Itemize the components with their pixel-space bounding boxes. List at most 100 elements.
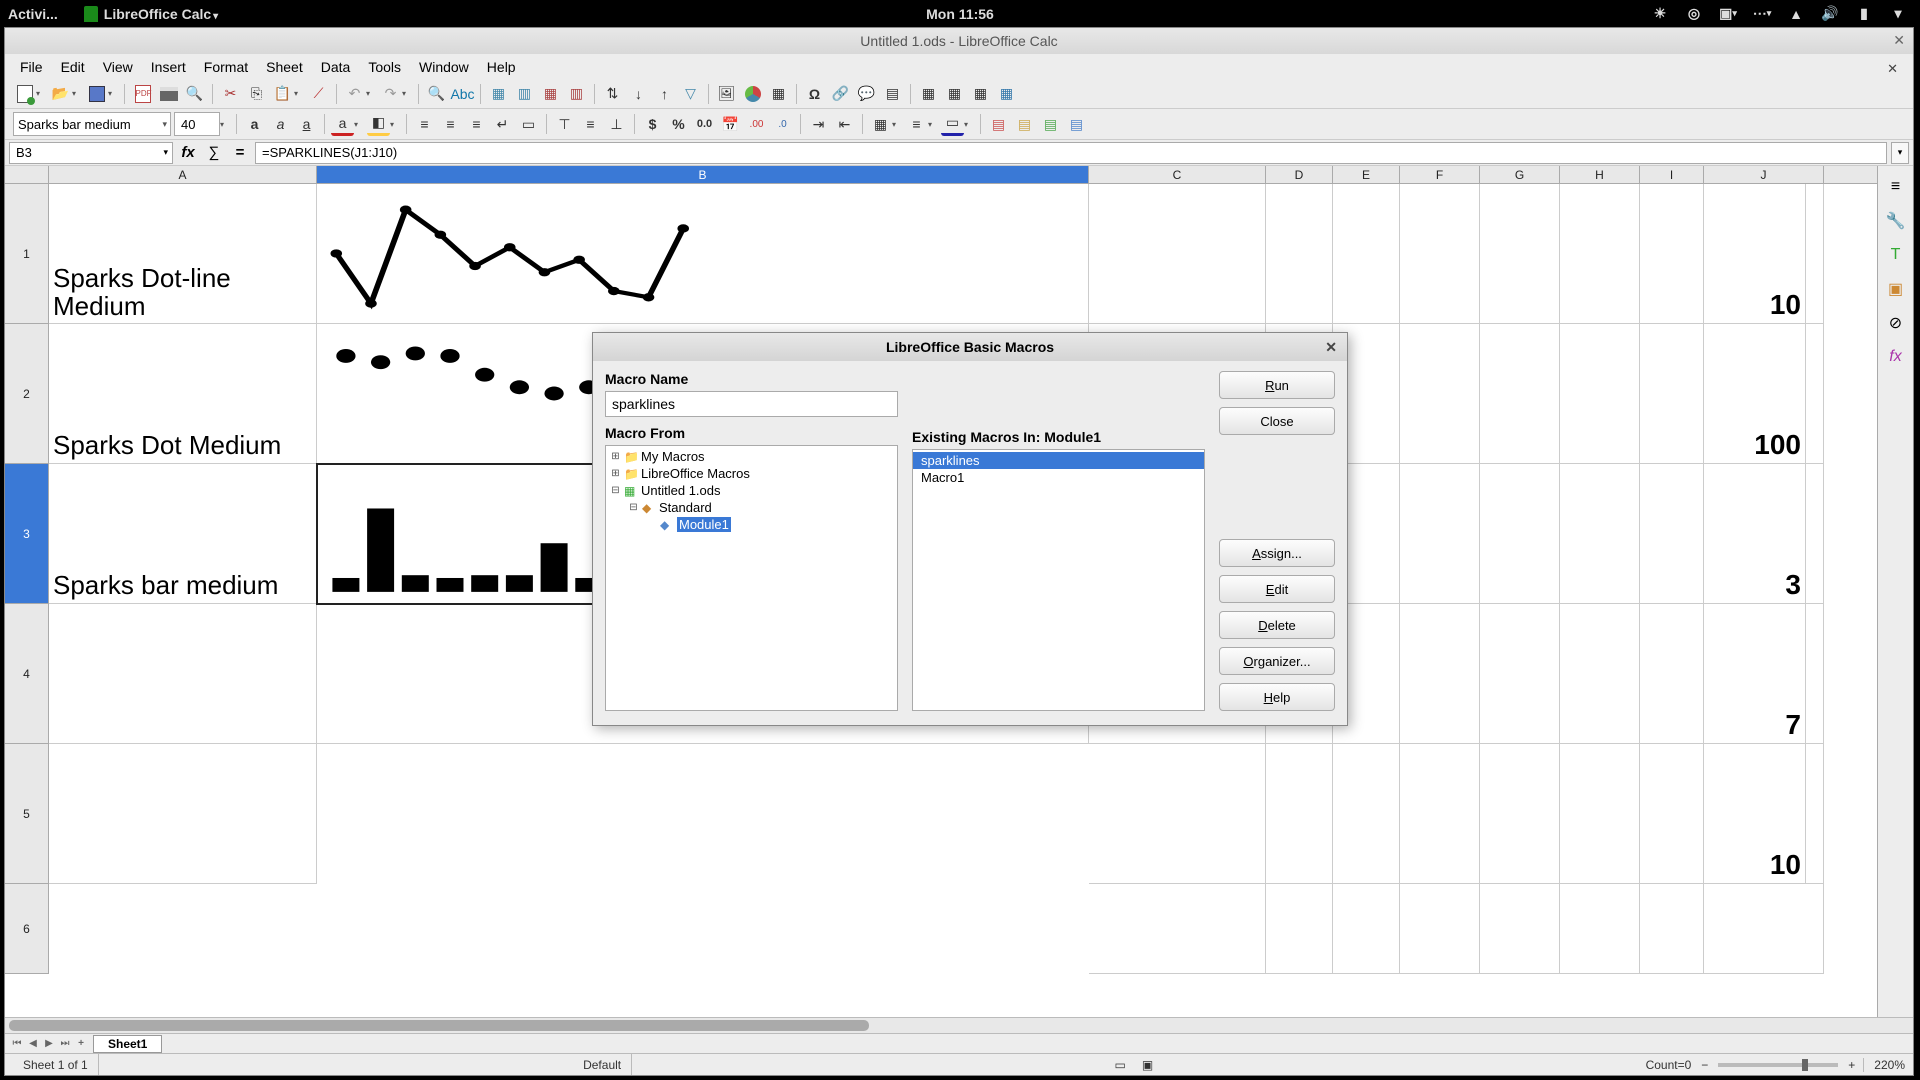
formula-input[interactable]: =SPARKLINES(J1:J10) <box>255 142 1887 164</box>
border-color-dropdown[interactable]: ▾ <box>964 120 974 129</box>
tree-lo-macros[interactable]: LibreOffice Macros <box>641 466 750 481</box>
window-button[interactable]: ▦ <box>969 82 992 105</box>
pivot-button[interactable]: ▦ <box>767 82 790 105</box>
clipboard-icon[interactable]: ▣▾ <box>1720 6 1736 22</box>
col-header-b[interactable]: B <box>317 166 1089 183</box>
menu-sheet[interactable]: Sheet <box>257 56 312 78</box>
sidebar-functions-icon[interactable]: fx <box>1883 344 1909 370</box>
redo-button[interactable]: ↷ <box>379 82 402 105</box>
open-button[interactable]: 📂 <box>49 82 72 105</box>
battery-icon[interactable]: ▮ <box>1856 6 1872 22</box>
currency-button[interactable]: $ <box>641 113 664 136</box>
organizer-button[interactable]: Organizer... <box>1219 647 1335 675</box>
cell-a5[interactable] <box>49 744 317 884</box>
split-button[interactable]: ▦ <box>943 82 966 105</box>
cut-button[interactable]: ✂ <box>219 82 242 105</box>
col-header-c[interactable]: C <box>1089 166 1266 183</box>
row-header-5[interactable]: 5 <box>5 744 48 884</box>
existing-macros-list[interactable]: sparklines Macro1 <box>912 449 1205 711</box>
column-button[interactable]: ▥ <box>513 82 536 105</box>
menu-help[interactable]: Help <box>478 56 525 78</box>
freeze-button[interactable]: ▦ <box>917 82 940 105</box>
help-button[interactable]: Help <box>1219 683 1335 711</box>
align-right-button[interactable]: ≡ <box>465 113 488 136</box>
dec-indent-button[interactable]: ⇤ <box>833 113 856 136</box>
delete-row-button[interactable]: ▦ <box>539 82 562 105</box>
align-center-button[interactable]: ≡ <box>439 113 462 136</box>
tab-prev-button[interactable]: ◀ <box>25 1036 41 1052</box>
valign-bot-button[interactable]: ⊥ <box>605 113 628 136</box>
cond-fmt-1-button[interactable]: ▤ <box>987 113 1010 136</box>
macro-from-tree[interactable]: ⊞📁My Macros ⊞📁LibreOffice Macros ⊟▦Untit… <box>605 445 898 711</box>
sidebar-settings-icon[interactable]: ≡ <box>1883 174 1909 200</box>
menu-view[interactable]: View <box>94 56 142 78</box>
new-button[interactable] <box>13 82 36 105</box>
add-decimal-button[interactable]: .00 <box>745 113 768 136</box>
cond-fmt-3-button[interactable]: ▤ <box>1039 113 1062 136</box>
app-menu[interactable]: LibreOffice Calc▾ <box>104 6 218 22</box>
hyperlink-button[interactable]: 🔗 <box>829 82 852 105</box>
menu-format[interactable]: Format <box>195 56 257 78</box>
valign-mid-button[interactable]: ≡ <box>579 113 602 136</box>
tab-next-button[interactable]: ▶ <box>41 1036 57 1052</box>
brightness-icon[interactable]: ☀ <box>1652 6 1668 22</box>
assign-button[interactable]: Assign... <box>1219 539 1335 567</box>
col-header-d[interactable]: D <box>1266 166 1333 183</box>
sidebar-gallery-icon[interactable]: ▣ <box>1883 276 1909 302</box>
cell-b1[interactable] <box>317 184 1089 324</box>
highlight-dropdown[interactable]: ▾ <box>390 120 400 129</box>
border-color-button[interactable]: ▭ <box>941 113 964 136</box>
dialog-close-button[interactable]: ✕ <box>1325 339 1337 356</box>
font-color-dropdown[interactable]: ▾ <box>354 120 364 129</box>
cond-fmt-4-button[interactable]: ▤ <box>1065 113 1088 136</box>
tree-my-macros[interactable]: My Macros <box>641 449 705 464</box>
clock[interactable]: Mon 11:56 <box>926 6 994 22</box>
col-header-i[interactable]: I <box>1640 166 1704 183</box>
font-size-dropdown[interactable]: ▾ <box>220 120 230 129</box>
menu-file[interactable]: File <box>11 56 52 78</box>
tab-last-button[interactable]: ⏭ <box>57 1036 73 1052</box>
find-button[interactable]: 🔍 <box>425 82 448 105</box>
cell-a4[interactable] <box>49 604 317 744</box>
zoom-in-button[interactable]: + <box>1848 1058 1855 1072</box>
sort-desc-button[interactable]: ↑ <box>653 82 676 105</box>
sidebar-navigator-icon[interactable]: ⊘ <box>1883 310 1909 336</box>
percent-button[interactable]: % <box>667 113 690 136</box>
zoom-value[interactable]: 220% <box>1863 1058 1905 1072</box>
comment-button[interactable]: 💬 <box>855 82 878 105</box>
wrap-button[interactable]: ↵ <box>491 113 514 136</box>
paste-dropdown[interactable]: ▾ <box>294 89 304 98</box>
export-pdf-button[interactable]: PDF <box>131 82 154 105</box>
sidebar-styles-icon[interactable]: T <box>1883 242 1909 268</box>
copy-button[interactable]: ⎘ <box>245 82 268 105</box>
col-header-a[interactable]: A <box>49 166 317 183</box>
close-document-button[interactable]: ✕ <box>1878 58 1907 80</box>
sidebar-properties-icon[interactable]: 🔧 <box>1883 208 1909 234</box>
border-style-button[interactable]: ≡ <box>905 113 928 136</box>
macro-item-sparklines[interactable]: sparklines <box>913 452 1204 469</box>
menu-tools[interactable]: Tools <box>359 56 410 78</box>
undo-button[interactable]: ↶ <box>343 82 366 105</box>
window-close-button[interactable]: ✕ <box>1893 32 1905 49</box>
row-header-3[interactable]: 3 <box>5 464 48 604</box>
zoom-out-button[interactable]: − <box>1701 1058 1708 1072</box>
cell-a1[interactable]: Sparks Dot-line Medium <box>49 184 317 324</box>
status-insert-mode-icon[interactable]: ▭ <box>1107 1058 1134 1072</box>
font-color-button[interactable]: a <box>331 113 354 136</box>
select-all-corner[interactable] <box>5 166 49 184</box>
border-style-dropdown[interactable]: ▾ <box>928 120 938 129</box>
row-header-6[interactable]: 6 <box>5 884 48 974</box>
date-button[interactable]: 📅 <box>719 113 742 136</box>
run-button[interactable]: Run <box>1219 371 1335 399</box>
tree-standard[interactable]: Standard <box>659 500 712 515</box>
inc-indent-button[interactable]: ⇥ <box>807 113 830 136</box>
cond-fmt-2-button[interactable]: ▤ <box>1013 113 1036 136</box>
save-button[interactable] <box>85 82 108 105</box>
horizontal-scrollbar[interactable] <box>5 1017 1913 1033</box>
align-left-button[interactable]: ≡ <box>413 113 436 136</box>
col-header-e[interactable]: E <box>1333 166 1400 183</box>
accessibility-icon[interactable]: ◎ <box>1686 6 1702 22</box>
sort-asc-button[interactable]: ↓ <box>627 82 650 105</box>
formula-button[interactable]: = <box>229 142 251 164</box>
sort-button[interactable]: ⇅ <box>601 82 624 105</box>
